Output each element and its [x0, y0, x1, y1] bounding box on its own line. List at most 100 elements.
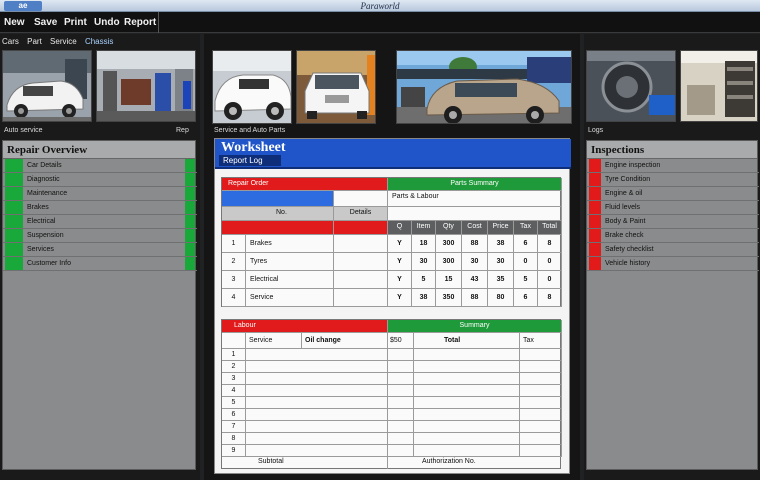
labour-cell[interactable]	[246, 349, 388, 361]
repair-overview-row[interactable]: Customer Info	[3, 257, 197, 271]
table-cell[interactable]: 8	[538, 235, 562, 253]
table-cell[interactable]: 5	[412, 271, 436, 289]
table-cell[interactable]: 30	[462, 253, 488, 271]
labour-cell[interactable]	[246, 373, 388, 385]
table-cell[interactable]: 35	[488, 271, 514, 289]
inspection-marker	[589, 243, 601, 256]
toolbar-save-button[interactable]: Save	[34, 15, 57, 30]
labour-cell[interactable]	[388, 373, 414, 385]
car-lot-photo[interactable]	[396, 50, 572, 124]
table-cell[interactable]: 18	[412, 235, 436, 253]
labour-cell[interactable]	[246, 421, 388, 433]
labour-cell[interactable]	[414, 349, 520, 361]
left-header-item[interactable]: Cars	[2, 37, 19, 46]
car-side-photo[interactable]	[212, 50, 292, 124]
repair-overview-row[interactable]: Maintenance	[3, 187, 197, 201]
toolbar-print-button[interactable]: Print	[64, 15, 87, 30]
table-cell[interactable]: 43	[462, 271, 488, 289]
item-name: Brakes	[246, 235, 334, 253]
labour-cell[interactable]	[414, 421, 520, 433]
repair-overview-row[interactable]: Electrical	[3, 215, 197, 229]
inspection-row[interactable]: Safety checklist	[587, 243, 759, 257]
labour-cell[interactable]	[414, 373, 520, 385]
table-cell[interactable]: 80	[488, 289, 514, 307]
table-cell[interactable]: 0	[538, 253, 562, 271]
repair-overview-title: Repair Overview	[3, 141, 195, 159]
labour-cell[interactable]	[246, 409, 388, 421]
blank-cell	[222, 333, 246, 349]
repair-overview-row[interactable]: Brakes	[3, 201, 197, 215]
shelf-photo[interactable]	[680, 50, 758, 122]
repair-overview-row[interactable]: Services	[3, 243, 197, 257]
inspection-row[interactable]: Engine inspection	[587, 159, 759, 173]
labour-cell[interactable]	[520, 409, 562, 421]
labour-cell[interactable]	[414, 409, 520, 421]
table-cell[interactable]: 88	[462, 289, 488, 307]
repair-overview-row[interactable]: Diagnostic	[3, 173, 197, 187]
labour-cell[interactable]	[520, 397, 562, 409]
labour-cell[interactable]	[414, 361, 520, 373]
table-cell[interactable]: Y	[388, 271, 412, 289]
labour-cell[interactable]	[520, 349, 562, 361]
labour-cell[interactable]	[388, 349, 414, 361]
repair-overview-row[interactable]: Suspension	[3, 229, 197, 243]
table-cell[interactable]: 38	[488, 235, 514, 253]
table-cell[interactable]: 30	[412, 253, 436, 271]
table-cell[interactable]: 0	[514, 253, 538, 271]
column-header: Qty	[436, 221, 462, 235]
labour-cell[interactable]	[246, 361, 388, 373]
table-cell[interactable]: 6	[514, 289, 538, 307]
table-cell[interactable]: Y	[388, 289, 412, 307]
labour-cell[interactable]	[246, 433, 388, 445]
table-cell[interactable]: 30	[488, 253, 514, 271]
labour-cell[interactable]	[520, 385, 562, 397]
labour-cell[interactable]	[388, 385, 414, 397]
inspection-row[interactable]: Vehicle history	[587, 257, 759, 271]
labour-cell[interactable]	[414, 433, 520, 445]
inspection-row[interactable]: Brake check	[587, 229, 759, 243]
table-cell[interactable]: 38	[412, 289, 436, 307]
labour-cell[interactable]	[388, 421, 414, 433]
table-cell[interactable]: 8	[538, 289, 562, 307]
workshop-photo[interactable]	[96, 50, 196, 122]
left-header-item[interactable]: Part	[27, 37, 42, 46]
table-cell[interactable]: 5	[514, 271, 538, 289]
labour-cell[interactable]	[388, 433, 414, 445]
toolbar-new-button[interactable]: New	[4, 15, 25, 30]
garage-photo[interactable]	[2, 50, 92, 122]
labour-cell[interactable]	[246, 385, 388, 397]
labour-cell[interactable]	[414, 385, 520, 397]
labour-cell[interactable]	[520, 373, 562, 385]
labour-cell[interactable]	[388, 397, 414, 409]
toolbar-report-button[interactable]: Report	[124, 15, 156, 30]
table-cell[interactable]: Y	[388, 235, 412, 253]
row-number: 2	[222, 253, 246, 271]
table-cell[interactable]: 6	[514, 235, 538, 253]
table-cell[interactable]: Y	[388, 253, 412, 271]
order-details-input[interactable]: Details	[334, 207, 388, 221]
labour-cell[interactable]	[520, 433, 562, 445]
labour-cell[interactable]	[520, 361, 562, 373]
engine-photo[interactable]	[586, 50, 676, 122]
repair-overview-row[interactable]: Car Details	[3, 159, 197, 173]
table-cell[interactable]: 0	[538, 271, 562, 289]
car-front-photo[interactable]	[296, 50, 376, 124]
left-header-item[interactable]: Service	[50, 37, 77, 46]
labour-cell[interactable]	[414, 397, 520, 409]
labour-cell[interactable]	[388, 361, 414, 373]
table-cell[interactable]: 88	[462, 235, 488, 253]
inspection-row[interactable]: Engine & oil	[587, 187, 759, 201]
table-cell[interactable]: 300	[436, 253, 462, 271]
labour-cell[interactable]	[246, 397, 388, 409]
inspection-row[interactable]: Tyre Condition	[587, 173, 759, 187]
table-cell[interactable]: 300	[436, 235, 462, 253]
blank-cell	[334, 289, 388, 307]
table-cell[interactable]: 15	[436, 271, 462, 289]
labour-cell[interactable]	[388, 409, 414, 421]
inspection-row[interactable]: Body & Paint	[587, 215, 759, 229]
toolbar-undo-button[interactable]: Undo	[94, 15, 120, 30]
labour-cell[interactable]	[520, 421, 562, 433]
left-header-item[interactable]: Chassis	[85, 37, 113, 46]
inspection-row[interactable]: Fluid levels	[587, 201, 759, 215]
table-cell[interactable]: 350	[436, 289, 462, 307]
